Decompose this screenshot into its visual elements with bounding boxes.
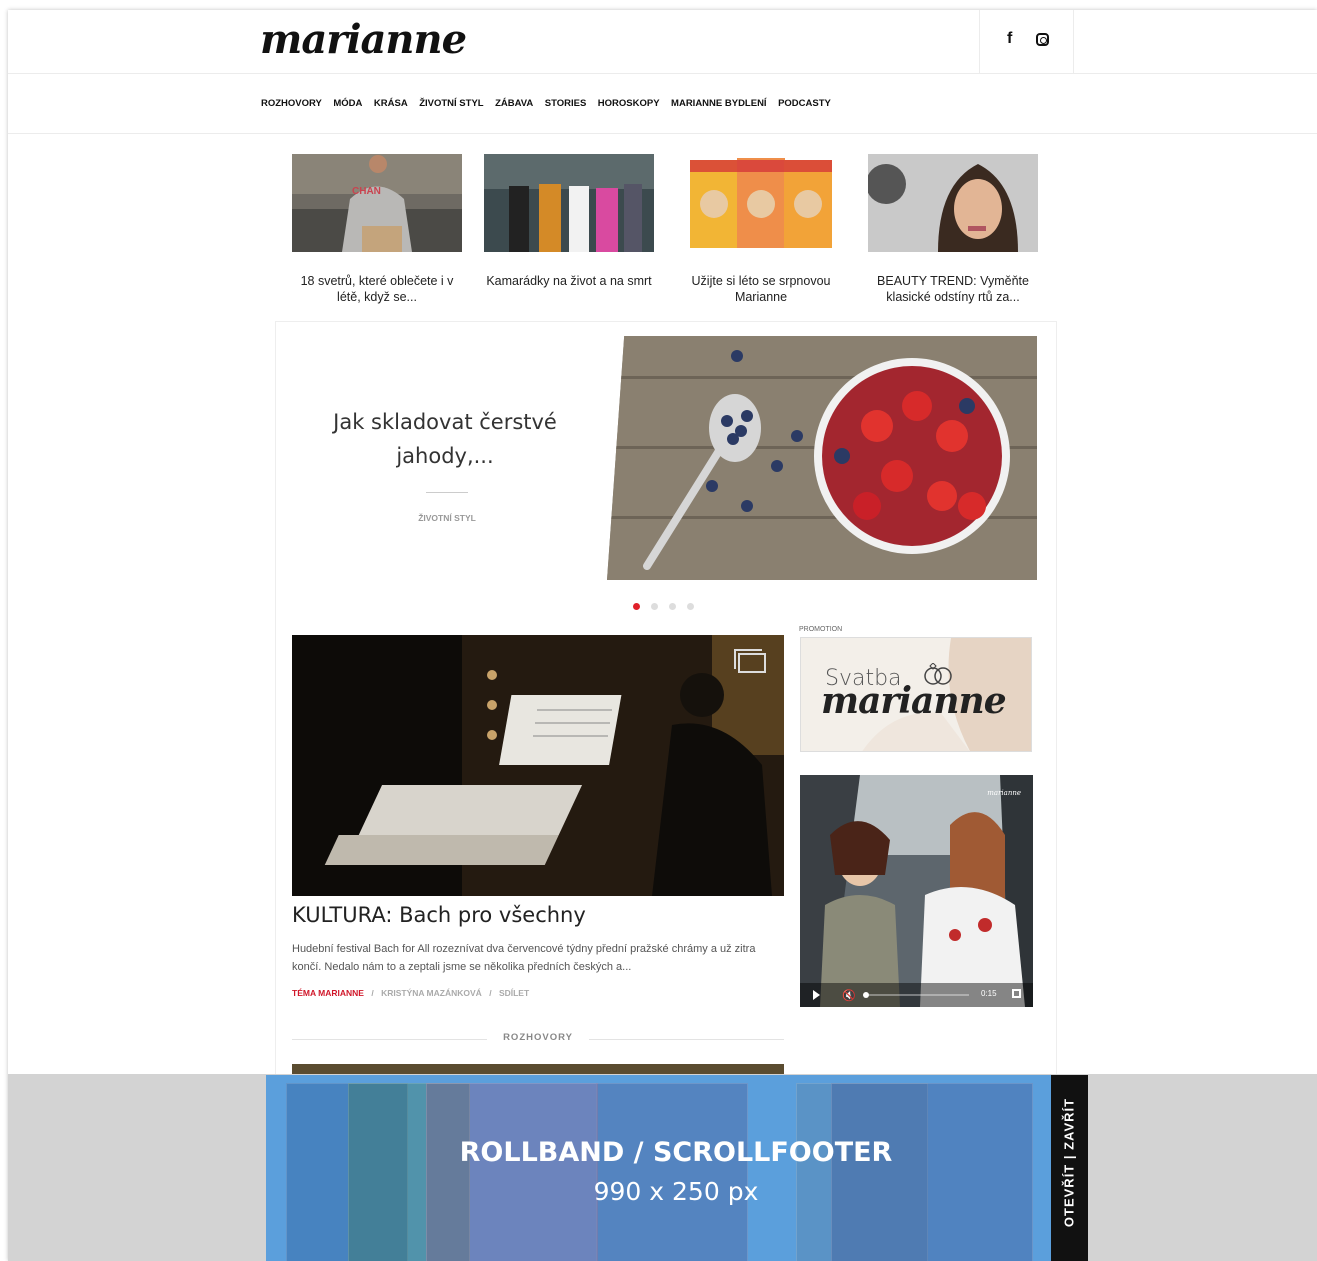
share-link[interactable]: SDÍLET — [499, 988, 529, 998]
teaser-card[interactable]: Kamarádky na život a na smrt — [484, 154, 654, 289]
next-article-image[interactable] — [292, 1064, 784, 1074]
teaser-image-sweater[interactable]: CHAN — [292, 154, 462, 252]
teaser-image-portrait[interactable] — [866, 154, 1038, 252]
nav-item-stories[interactable]: STORIES — [545, 98, 587, 109]
nav-item-moda[interactable]: MÓDA — [333, 98, 362, 109]
play-icon[interactable] — [813, 990, 820, 1000]
teaser-image-friends[interactable] — [484, 154, 654, 252]
progress-track[interactable] — [869, 994, 969, 996]
meta-separator: / — [489, 988, 492, 998]
slider-category[interactable]: ŽIVOTNÍ STYL — [370, 513, 524, 523]
teaser-card[interactable]: BEAUTY TREND: Vyměňte klasické odstíny r… — [866, 154, 1038, 305]
slider-image[interactable] — [607, 336, 1037, 580]
slider-dot[interactable] — [633, 603, 640, 610]
fullscreen-icon[interactable] — [1012, 989, 1021, 998]
section-label[interactable]: ROZHOVORY — [292, 1032, 784, 1043]
promo-text-marianne: marianne — [821, 680, 1007, 722]
site-header: marianne f — [8, 10, 1317, 74]
nav-list: ROZHOVORY MÓDA KRÁSA ŽIVOTNÍ STYL ZÁBAVA… — [261, 98, 842, 109]
nav-item-zabava[interactable]: ZÁBAVA — [495, 98, 533, 109]
teaser-title[interactable]: Kamarádky na život a na smrt — [484, 273, 654, 289]
nav-item-zivotni-styl[interactable]: ŽIVOTNÍ STYL — [419, 98, 483, 109]
article-tag[interactable]: TÉMA MARIANNE — [292, 988, 364, 998]
article-author[interactable]: KRISTÝNA MAZÁNKOVÁ — [381, 988, 482, 998]
instagram-icon[interactable] — [1036, 33, 1049, 46]
main-article-image[interactable] — [292, 635, 784, 896]
nav-item-marianne-bydleni[interactable]: MARIANNE BYDLENÍ — [671, 98, 767, 109]
main-article-perex: Hudební festival Bach for All rozeznívat… — [292, 943, 756, 973]
social-links: f — [979, 10, 1074, 73]
teaser-title[interactable]: 18 svetrů, které oblečete i v létě, když… — [292, 273, 462, 305]
main-article-title[interactable]: KULTURA: Bach pro všechny — [292, 903, 586, 927]
teaser-card[interactable]: CHAN 18 svetrů, které oblečete i v létě,… — [292, 154, 462, 305]
mute-icon[interactable]: 🔇 — [842, 989, 856, 1002]
promo-label: PROMOTION — [799, 626, 843, 633]
slider-dots — [633, 603, 694, 610]
ad-magazine-cover — [426, 1083, 598, 1261]
rollband-toggle-label[interactable]: OTEVŘÍT | ZAVŘÍT — [1062, 1077, 1077, 1249]
main-nav: ROZHOVORY MÓDA KRÁSA ŽIVOTNÍ STYL ZÁBAVA… — [8, 74, 1317, 134]
teaser-card[interactable]: Užijte si léto se srpnovou Marianne — [676, 154, 846, 305]
ad-magazine-cover — [596, 1083, 748, 1261]
ad-magazine-cover — [831, 1083, 1033, 1261]
slider-dot[interactable] — [669, 603, 676, 610]
slider-title[interactable]: Jak skladovat čerstvé jahody,... — [320, 405, 570, 473]
rollband-size: 990 x 250 px — [593, 1177, 759, 1206]
video-controls: 🔇 0:15 — [800, 983, 1033, 1007]
nav-item-rozhovory[interactable]: ROZHOVORY — [261, 98, 322, 109]
teaser-title[interactable]: Užijte si léto se srpnovou Marianne — [676, 273, 846, 305]
teaser-title[interactable]: BEAUTY TREND: Vyměňte klasické odstíny r… — [868, 273, 1038, 305]
rollband-toggle[interactable]: OTEVŘÍT | ZAVŘÍT — [1051, 1075, 1088, 1261]
site-logo[interactable]: marianne — [260, 16, 467, 63]
teaser-image-magazines[interactable] — [676, 154, 846, 252]
video-watermark: marianne — [987, 789, 1021, 797]
rollband-title: ROLLBAND / SCROLLFOOTER — [459, 1137, 893, 1168]
gallery-icon — [734, 649, 766, 673]
video-player[interactable]: marianne 🔇 0:15 — [800, 775, 1033, 1007]
rollband-ad[interactable]: ROLLBAND / SCROLLFOOTER 990 x 250 px — [266, 1075, 1051, 1261]
meta-separator: / — [371, 988, 374, 998]
video-time: 0:15 — [981, 989, 997, 998]
slider-divider — [426, 492, 468, 493]
nav-item-podcasty[interactable]: PODCASTY — [778, 98, 831, 109]
svg-text:CHAN: CHAN — [352, 186, 381, 197]
facebook-icon[interactable]: f — [1007, 30, 1012, 48]
nav-item-krasa[interactable]: KRÁSA — [374, 98, 408, 109]
teaser-row: CHAN 18 svetrů, které oblečete i v létě,… — [292, 154, 1042, 304]
section-heading: ROZHOVORY — [292, 1032, 784, 1046]
slider-dot[interactable] — [651, 603, 658, 610]
main-article-meta: TÉMA MARIANNE / KRISTÝNA MAZÁNKOVÁ / SDÍ… — [292, 988, 529, 998]
slider-dot[interactable] — [687, 603, 694, 610]
promo-banner[interactable]: Svatba marianne — [800, 637, 1032, 752]
section-line-right — [589, 1039, 784, 1040]
nav-item-horoskopy[interactable]: HOROSKOPY — [598, 98, 660, 109]
